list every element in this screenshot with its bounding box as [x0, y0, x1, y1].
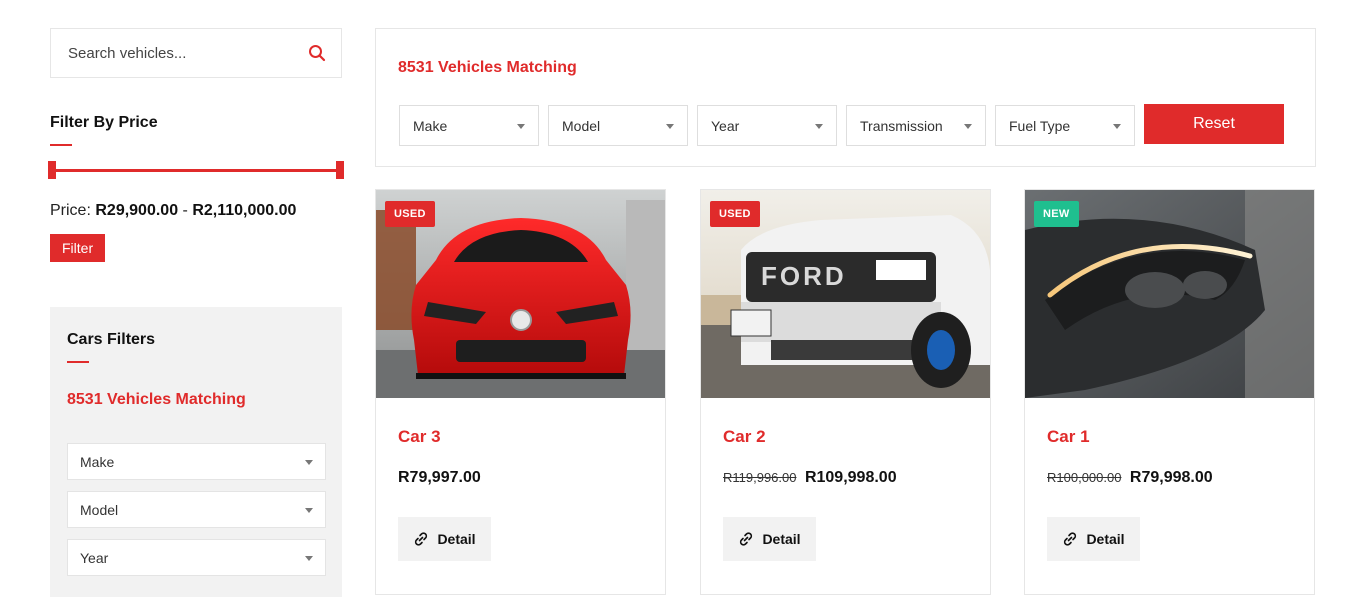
vehicles-matching-count: 8531 Vehicles Matching — [398, 59, 577, 76]
side-selects: Make Model Year — [67, 443, 326, 576]
vehicle-image[interactable]: NEW — [1025, 190, 1314, 398]
side-year-select[interactable]: Year — [67, 539, 326, 576]
select-label: Year — [80, 549, 109, 566]
vehicle-card: NEW Car 1 R100,000.00 R79,998.00 Detail — [1024, 189, 1315, 595]
price-min: R29,900.00 — [95, 202, 179, 219]
vehicle-card: FORD USED Car 2 R119,996.00 R109,998.00 … — [700, 189, 991, 595]
reset-button[interactable]: Reset — [1144, 104, 1284, 144]
top-filter-bar: 8531 Vehicles Matching Make Model Year T… — [375, 28, 1316, 167]
condition-badge: USED — [710, 201, 760, 227]
slider-min-handle[interactable] — [48, 161, 56, 179]
current-price: R79,997.00 — [398, 469, 481, 486]
vehicle-name[interactable]: Car 1 — [1047, 427, 1090, 447]
vehicle-price: R79,997.00 — [398, 469, 481, 487]
cars-filters-title: Cars Filters — [67, 331, 156, 348]
price-filter-title: Filter By Price — [50, 114, 158, 131]
link-icon — [1062, 531, 1078, 547]
svg-text:FORD: FORD — [761, 261, 847, 291]
vehicle-card: USED Car 3 R79,997.00 Detail — [375, 189, 666, 595]
condition-badge: NEW — [1034, 201, 1079, 227]
detail-button[interactable]: Detail — [1047, 517, 1140, 561]
chevron-down-icon — [305, 508, 313, 513]
condition-badge: USED — [385, 201, 435, 227]
vehicle-price: R100,000.00 R79,998.00 — [1047, 469, 1213, 487]
side-model-select[interactable]: Model — [67, 491, 326, 528]
select-label: Model — [562, 117, 601, 134]
title-underline — [50, 144, 72, 146]
chevron-down-icon — [964, 124, 972, 129]
fuel-type-select[interactable]: Fuel Type — [995, 105, 1135, 146]
slider-track — [52, 169, 340, 172]
link-icon — [738, 531, 754, 547]
chevron-down-icon — [1113, 124, 1121, 129]
year-select[interactable]: Year — [697, 105, 837, 146]
old-price: R119,996.00 — [723, 470, 797, 485]
transmission-select[interactable]: Transmission — [846, 105, 986, 146]
select-label: Year — [711, 117, 740, 134]
current-price: R109,998.00 — [804, 469, 897, 486]
detail-label: Detail — [762, 531, 801, 547]
price-range-slider[interactable] — [48, 160, 344, 180]
make-select[interactable]: Make — [399, 105, 539, 146]
price-max: R2,110,000.00 — [192, 202, 297, 219]
vehicle-image[interactable]: FORD USED — [701, 190, 990, 398]
model-select[interactable]: Model — [548, 105, 688, 146]
select-label: Model — [80, 501, 119, 518]
select-label: Make — [413, 117, 448, 134]
top-selects: Make Model Year Transmission Fuel Type R… — [399, 104, 1284, 146]
vehicles-matching-count: 8531 Vehicles Matching — [67, 391, 246, 408]
price-range-text: Price: R29,900.00 - R2,110,000.00 — [50, 202, 342, 220]
title-underline — [67, 361, 89, 363]
side-make-select[interactable]: Make — [67, 443, 326, 480]
vehicle-image[interactable]: USED — [376, 190, 665, 398]
vehicle-name[interactable]: Car 3 — [398, 427, 441, 447]
search-input[interactable] — [68, 44, 307, 62]
slider-max-handle[interactable] — [336, 161, 344, 179]
detail-label: Detail — [437, 531, 476, 547]
detail-button[interactable]: Detail — [398, 517, 491, 561]
cars-filters-panel: Cars Filters 8531 Vehicles Matching Make… — [50, 307, 342, 597]
old-price: R100,000.00 — [1047, 470, 1122, 485]
sidebar: Filter By Price Price: R29,900.00 - R2,1… — [48, 28, 344, 597]
search-icon[interactable] — [307, 43, 327, 63]
detail-label: Detail — [1086, 531, 1125, 547]
chevron-down-icon — [815, 124, 823, 129]
select-label: Make — [80, 453, 115, 470]
chevron-down-icon — [666, 124, 674, 129]
current-price: R79,998.00 — [1129, 469, 1213, 486]
link-icon — [413, 531, 429, 547]
filter-button[interactable]: Filter — [50, 234, 106, 262]
detail-button[interactable]: Detail — [723, 517, 816, 561]
price-separator: - — [182, 202, 188, 219]
chevron-down-icon — [305, 556, 313, 561]
vehicle-name[interactable]: Car 2 — [723, 427, 766, 447]
search-box — [50, 28, 342, 78]
chevron-down-icon — [305, 460, 313, 465]
chevron-down-icon — [517, 124, 525, 129]
select-label: Transmission — [860, 117, 943, 134]
price-label: Price: — [50, 202, 91, 219]
price-filter: Filter By Price Price: R29,900.00 - R2,1… — [48, 114, 344, 262]
vehicle-price: R119,996.00 R109,998.00 — [723, 469, 897, 487]
select-label: Fuel Type — [1009, 117, 1071, 134]
